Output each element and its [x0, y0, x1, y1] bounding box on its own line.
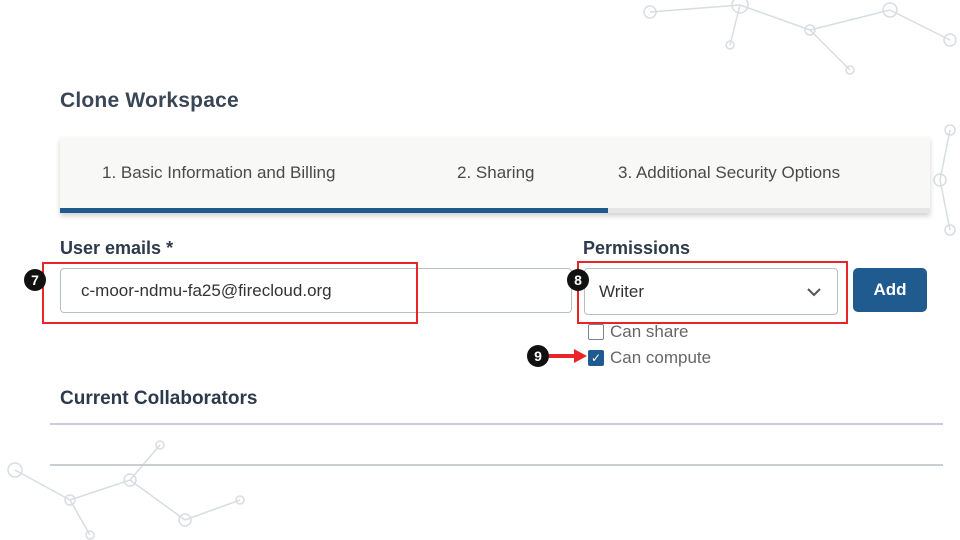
annotation-badge-8: 8	[567, 269, 589, 291]
annotation-badge-7: 7	[24, 269, 46, 291]
network-decoration	[643, 0, 957, 75]
wizard-tabs: 1. Basic Information and Billing 2. Shar…	[60, 137, 930, 213]
tab-basic-information[interactable]: 1. Basic Information and Billing	[102, 163, 335, 183]
tab-security-options[interactable]: 3. Additional Security Options	[618, 163, 840, 183]
checkmark-icon: ✓	[590, 351, 602, 365]
divider	[50, 464, 943, 466]
user-emails-label: User emails *	[60, 238, 174, 258]
highlight-box-email	[42, 262, 418, 324]
current-collaborators-heading: Current Collaborators	[60, 388, 258, 409]
add-button[interactable]: Add	[853, 268, 927, 312]
can-share-label: Can share	[610, 322, 689, 341]
network-decoration	[7, 440, 245, 540]
highlight-box-permissions	[577, 261, 848, 324]
annotation-badge-9: 9	[527, 345, 549, 367]
progress-fill	[60, 208, 609, 213]
can-share-checkbox-row[interactable]: Can share	[588, 322, 688, 342]
can-compute-checkbox[interactable]: ✓	[588, 350, 604, 366]
can-share-checkbox[interactable]	[588, 324, 604, 340]
can-compute-label: Can compute	[610, 348, 712, 367]
permissions-label: Permissions	[583, 238, 691, 258]
page-title: Clone Workspace	[60, 89, 239, 112]
red-arrow-icon	[549, 349, 587, 363]
wizard-progress-bar	[60, 208, 930, 213]
network-decoration	[933, 124, 956, 236]
tab-sharing[interactable]: 2. Sharing	[457, 163, 535, 183]
can-compute-checkbox-row[interactable]: ✓ Can compute	[588, 348, 711, 368]
divider	[50, 423, 943, 425]
